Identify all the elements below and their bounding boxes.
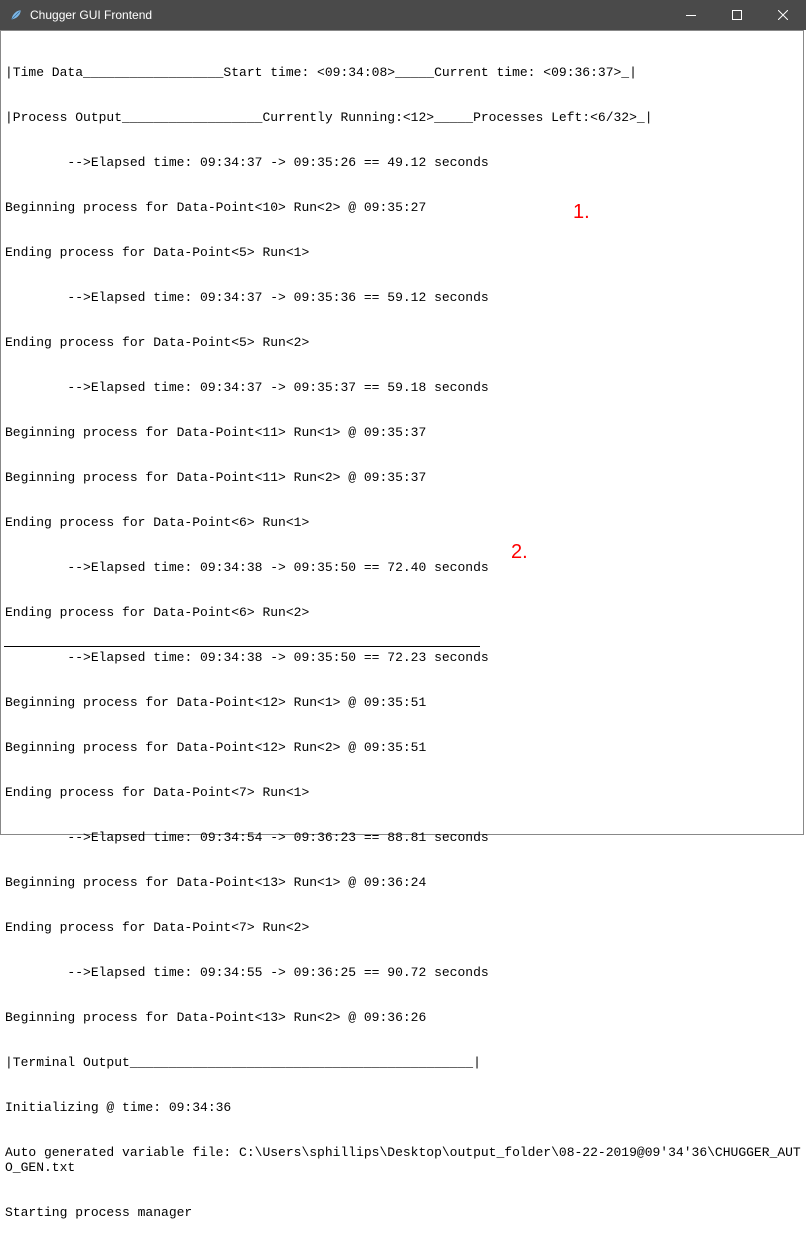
terminal-line: Initializing @ time: 09:34:36 <box>5 1100 801 1115</box>
log-line: Beginning process for Data-Point<11> Run… <box>5 470 801 485</box>
log-line: Beginning process for Data-Point<13> Run… <box>5 875 801 890</box>
window-titlebar: Chugger GUI Frontend <box>0 0 806 30</box>
log-line: Beginning process for Data-Point<12> Run… <box>5 695 801 710</box>
log-line: Ending process for Data-Point<7> Run<1> <box>5 785 801 800</box>
close-button[interactable] <box>760 0 806 30</box>
log-line: Beginning process for Data-Point<13> Run… <box>5 1010 801 1025</box>
annotation-1: 1. <box>573 201 590 224</box>
log-line: Beginning process for Data-Point<11> Run… <box>5 425 801 440</box>
log-line: Ending process for Data-Point<6> Run<2> <box>5 605 801 620</box>
window-title: Chugger GUI Frontend <box>30 8 152 22</box>
log-line: -->Elapsed time: 09:34:55 -> 09:36:25 ==… <box>5 965 801 980</box>
log-line: -->Elapsed time: 09:34:37 -> 09:35:36 ==… <box>5 290 801 305</box>
terminal-line: Starting process manager <box>5 1205 801 1220</box>
log-line: Beginning process for Data-Point<10> Run… <box>5 200 801 215</box>
terminal-output-header: |Terminal Output________________________… <box>5 1055 801 1070</box>
maximize-button[interactable] <box>714 0 760 30</box>
log-line: Ending process for Data-Point<5> Run<1> <box>5 245 801 260</box>
log-line: -->Elapsed time: 09:34:37 -> 09:35:37 ==… <box>5 380 801 395</box>
log-line: -->Elapsed time: 09:34:38 -> 09:35:50 ==… <box>5 560 801 575</box>
terminal-line: Auto generated variable file: C:\Users\s… <box>5 1145 801 1175</box>
process-output-header: |Process Output__________________Current… <box>5 110 801 125</box>
log-line: Ending process for Data-Point<5> Run<2> <box>5 335 801 350</box>
minimize-button[interactable] <box>668 0 714 30</box>
annotation-2: 2. <box>511 541 528 564</box>
separator-line <box>4 646 480 647</box>
log-line: -->Elapsed time: 09:34:37 -> 09:35:26 ==… <box>5 155 801 170</box>
feather-icon <box>8 7 24 23</box>
log-line: Beginning process for Data-Point<12> Run… <box>5 740 801 755</box>
log-line: Ending process for Data-Point<7> Run<2> <box>5 920 801 935</box>
log-line: -->Elapsed time: 09:34:54 -> 09:36:23 ==… <box>5 830 801 845</box>
time-data-header: |Time Data__________________Start time: … <box>5 65 801 80</box>
log-line: Ending process for Data-Point<6> Run<1> <box>5 515 801 530</box>
log-line: -->Elapsed time: 09:34:38 -> 09:35:50 ==… <box>5 650 801 665</box>
terminal-output: |Time Data__________________Start time: … <box>1 31 803 1252</box>
content-frame: |Time Data__________________Start time: … <box>0 30 804 835</box>
